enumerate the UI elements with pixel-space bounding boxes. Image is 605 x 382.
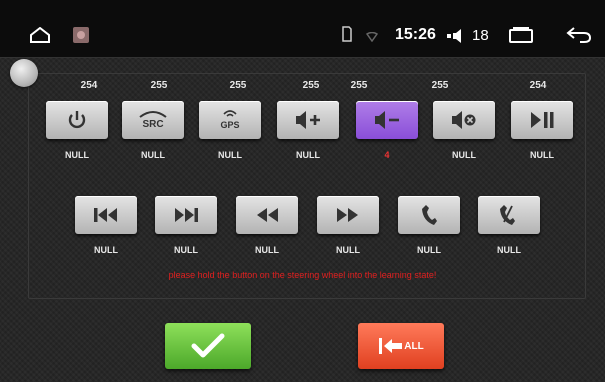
recents-icon[interactable] bbox=[508, 27, 534, 48]
previous-track-key[interactable] bbox=[75, 196, 137, 234]
clock: 15:26 bbox=[395, 26, 436, 43]
app-icon[interactable] bbox=[73, 27, 89, 48]
reset-all-button[interactable]: ALL bbox=[358, 323, 444, 369]
key-label: NULL bbox=[452, 150, 476, 160]
confirm-button[interactable] bbox=[165, 323, 251, 369]
mute-icon bbox=[452, 111, 476, 129]
gps-icon: GPS bbox=[220, 110, 240, 130]
key-label: NULL bbox=[218, 150, 242, 160]
key-value: 254 bbox=[529, 80, 547, 91]
call-hangup-key[interactable] bbox=[478, 196, 540, 234]
volume-down-icon bbox=[375, 111, 399, 129]
reset-all-label: ALL bbox=[404, 340, 424, 352]
key-value: 255 bbox=[229, 80, 247, 91]
key-label: NULL bbox=[174, 245, 198, 255]
key-value: 255 bbox=[350, 80, 368, 91]
key-label: NULL bbox=[255, 245, 279, 255]
wifi-icon bbox=[365, 29, 379, 47]
gps-key[interactable]: GPS bbox=[199, 101, 261, 139]
key-value: 254 bbox=[80, 80, 98, 91]
rewind-key[interactable] bbox=[236, 196, 298, 234]
mute-key[interactable] bbox=[433, 101, 495, 139]
src-text: SRC bbox=[142, 119, 163, 130]
key-label: NULL bbox=[497, 245, 521, 255]
next-track-key[interactable] bbox=[155, 196, 217, 234]
key-value: 255 bbox=[302, 80, 320, 91]
slider-knob[interactable] bbox=[10, 59, 38, 87]
key-label: NULL bbox=[141, 150, 165, 160]
previous-track-icon bbox=[94, 208, 117, 222]
volume-down-key[interactable] bbox=[356, 101, 418, 139]
key-label: NULL bbox=[296, 150, 320, 160]
call-hangup-icon bbox=[500, 205, 515, 225]
call-answer-icon bbox=[422, 205, 437, 225]
rewind-icon bbox=[257, 208, 278, 222]
key-value: 255 bbox=[431, 80, 449, 91]
back-icon[interactable] bbox=[566, 25, 592, 48]
power-icon bbox=[68, 111, 86, 129]
key-label: NULL bbox=[94, 245, 118, 255]
gps-text: GPS bbox=[220, 120, 239, 130]
play-pause-key[interactable] bbox=[511, 101, 573, 139]
reset-arrow-icon bbox=[379, 338, 403, 354]
power-key[interactable] bbox=[46, 101, 108, 139]
home-icon[interactable] bbox=[29, 26, 51, 48]
fast-forward-key[interactable] bbox=[317, 196, 379, 234]
status-bar: 15:26 18 bbox=[0, 0, 605, 58]
fast-forward-icon bbox=[337, 208, 358, 222]
play-pause-icon bbox=[531, 112, 554, 128]
volume-up-icon bbox=[296, 111, 320, 129]
key-label: NULL bbox=[530, 150, 554, 160]
key-label: NULL bbox=[417, 245, 441, 255]
volume-icon bbox=[447, 28, 467, 49]
src-key[interactable]: SRC bbox=[122, 101, 184, 139]
key-label: NULL bbox=[336, 245, 360, 255]
key-value: 255 bbox=[150, 80, 168, 91]
volume-level: 18 bbox=[472, 27, 489, 44]
learning-hint: please hold the button on the steering w… bbox=[168, 270, 437, 280]
next-track-icon bbox=[175, 208, 198, 222]
key-label: NULL bbox=[65, 150, 89, 160]
volume-up-key[interactable] bbox=[277, 101, 339, 139]
call-answer-key[interactable] bbox=[398, 196, 460, 234]
key-label: 4 bbox=[384, 150, 390, 160]
sim-icon bbox=[342, 26, 352, 47]
src-icon: SRC bbox=[139, 111, 167, 130]
checkmark-icon bbox=[191, 333, 225, 358]
